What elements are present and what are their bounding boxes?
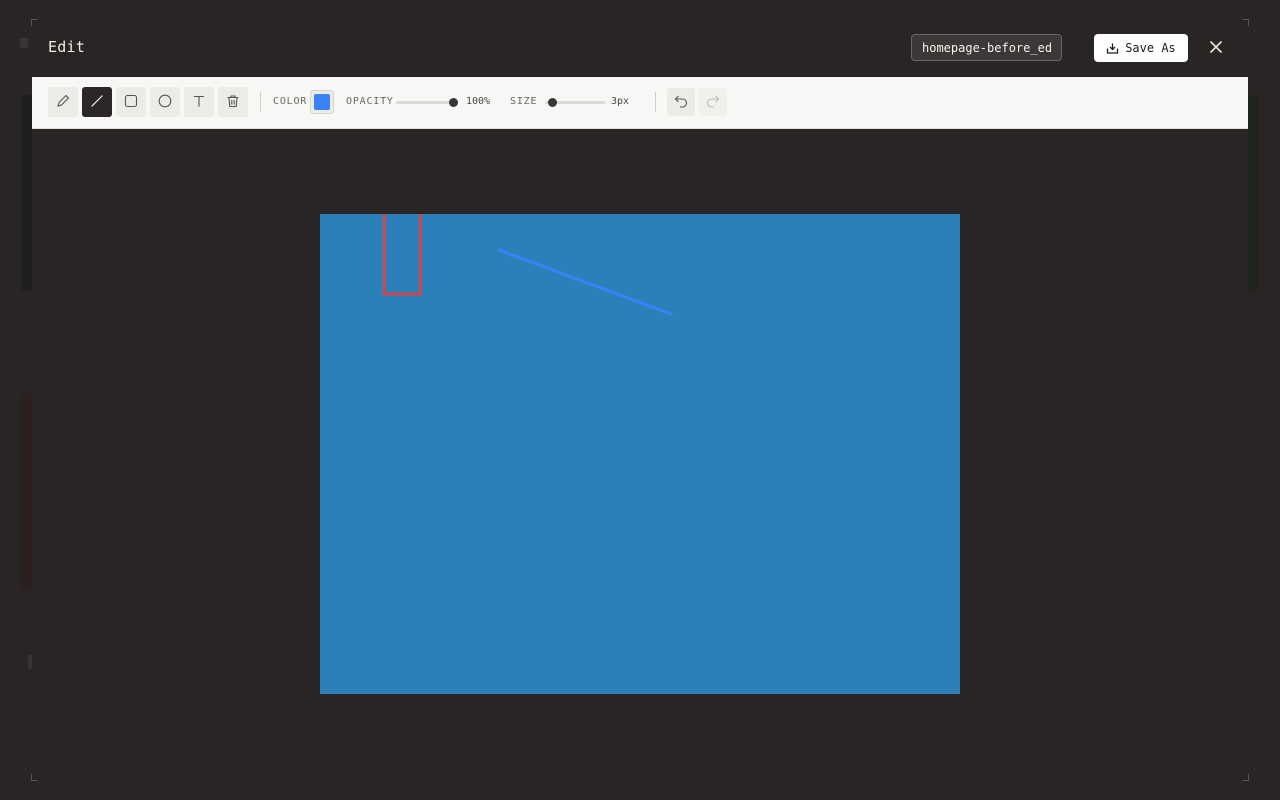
color-chip <box>314 94 330 110</box>
rectangle-annotation[interactable] <box>382 214 422 296</box>
toolbar-divider <box>655 92 656 112</box>
modal-corner <box>31 774 38 781</box>
line-icon <box>90 93 104 112</box>
undo-icon <box>674 93 688 112</box>
modal-corner <box>1242 19 1249 26</box>
filename-input[interactable] <box>911 34 1062 61</box>
undo-button[interactable] <box>667 88 695 116</box>
background-app-panel <box>1248 95 1258 291</box>
rectangle-icon <box>124 93 138 112</box>
pencil-icon <box>56 93 70 112</box>
size-value: 3px <box>611 96 630 107</box>
line-tool-button[interactable] <box>82 87 112 117</box>
background-app-fragment <box>20 38 28 48</box>
ellipse-tool-button[interactable] <box>150 87 180 117</box>
size-slider-thumb[interactable] <box>547 98 557 107</box>
toolbar-divider <box>260 92 261 112</box>
ellipse-icon <box>158 93 172 112</box>
editor-toolbar: COLOR OPACITY 100% SIZE 3px <box>32 77 1248 129</box>
redo-icon <box>706 93 720 112</box>
editable-image-canvas[interactable] <box>320 214 960 694</box>
annotation-layer <box>382 214 673 316</box>
modal-title: Edit <box>48 38 85 56</box>
save-as-button[interactable]: Save As <box>1094 34 1188 62</box>
line-annotation[interactable] <box>497 248 673 316</box>
rectangle-tool-button[interactable] <box>116 87 146 117</box>
size-label: SIZE <box>510 96 538 107</box>
text-tool-button[interactable] <box>184 87 214 117</box>
opacity-slider-thumb[interactable] <box>449 98 458 107</box>
close-icon <box>1209 39 1223 58</box>
opacity-label: OPACITY <box>346 96 394 107</box>
delete-tool-button[interactable] <box>218 87 248 117</box>
background-app-panel <box>21 95 32 291</box>
background-app-panel <box>21 393 32 589</box>
opacity-value: 100% <box>466 96 491 107</box>
opacity-slider[interactable] <box>396 98 458 107</box>
modal-corner <box>31 19 38 26</box>
trash-icon <box>226 93 240 112</box>
redo-button[interactable] <box>699 88 727 116</box>
size-slider[interactable] <box>545 98 605 107</box>
save-as-label: Save As <box>1125 41 1176 55</box>
text-icon <box>192 93 206 112</box>
pencil-tool-button[interactable] <box>48 87 78 117</box>
modal-corner <box>1242 774 1249 781</box>
color-label: COLOR <box>273 96 308 107</box>
save-icon <box>1106 42 1119 55</box>
modal-header: Edit Save As <box>32 20 1248 77</box>
color-picker[interactable] <box>310 90 334 114</box>
close-button[interactable] <box>1204 38 1228 58</box>
image-editor-modal: Edit Save As <box>31 19 1249 781</box>
